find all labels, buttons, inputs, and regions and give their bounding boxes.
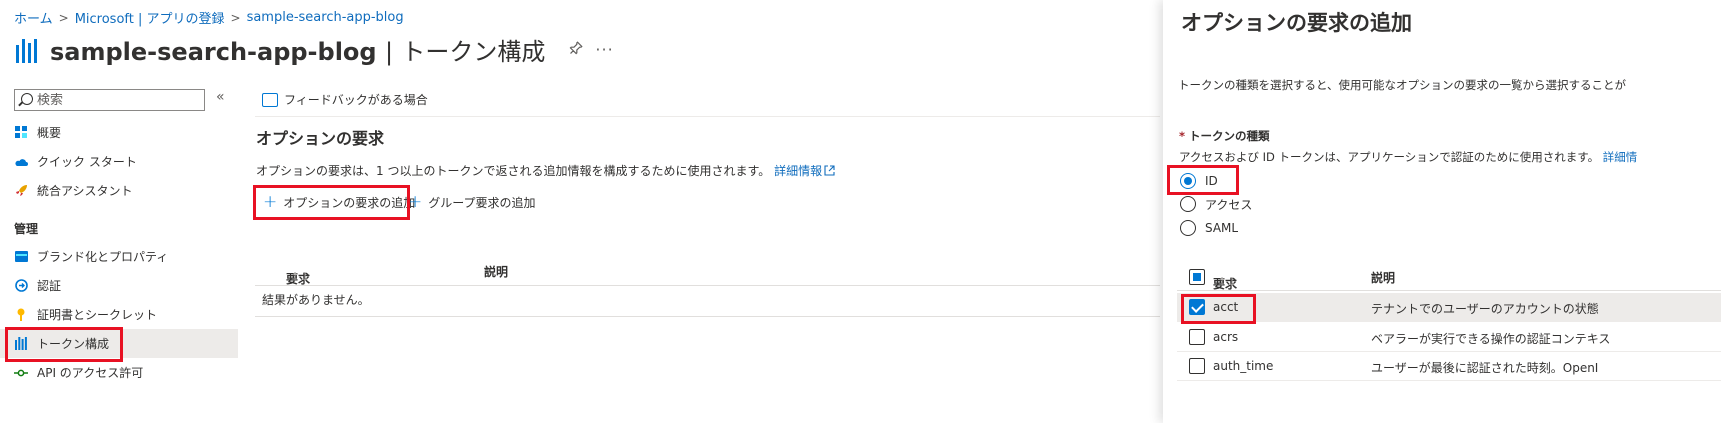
panel-title: オプションの要求の追加 <box>1181 11 1412 35</box>
plus-icon: + <box>408 192 423 212</box>
collapse-sidebar-icon[interactable]: « <box>216 89 225 105</box>
token-config-icon <box>16 37 40 63</box>
search-input[interactable] <box>37 92 187 108</box>
highlight-box <box>1167 165 1239 195</box>
page-header: sample-search-app-blog | トークン構成 ··· <box>16 32 614 67</box>
panel-description: トークンの種類を選択すると、使用可能なオプションの要求の一覧から選択することが <box>1178 78 1627 92</box>
empty-state: 結果がありません。 <box>262 293 370 307</box>
column-description: 説明 <box>484 265 509 279</box>
breadcrumb-separator: > <box>230 10 241 25</box>
sidebar-item-branding[interactable]: ブランド化とプロパティ <box>0 242 238 271</box>
sidebar-item-label: クイック スタート <box>37 155 137 169</box>
claim-description: テナントでのユーザーのアカウントの状態 <box>1371 302 1599 316</box>
more-info-link[interactable]: 詳細情報 <box>774 164 835 178</box>
row-checkbox[interactable] <box>1189 358 1205 374</box>
select-all-checkbox[interactable] <box>1189 269 1205 285</box>
feedback-label: フィードバックがある場合 <box>284 93 428 107</box>
sidebar-item-label: ブランド化とプロパティ <box>37 250 169 264</box>
sidebar-item-integration-assistant[interactable]: 統合アシスタント <box>0 176 238 205</box>
required-marker: * <box>1179 129 1186 143</box>
table-row[interactable]: acrs ベアラーが実行できる操作の認証コンテキス <box>1177 323 1721 352</box>
more-info-label: 詳細情報 <box>774 164 823 178</box>
sort-icon[interactable]: ↑↓ <box>290 270 310 284</box>
toolbar-divider <box>255 116 1160 117</box>
page-name: トークン構成 <box>401 38 546 66</box>
sidebar-item-authentication[interactable]: 認証 <box>0 271 238 300</box>
table-row[interactable]: acct テナントでのユーザーのアカウントの状態 <box>1177 293 1721 322</box>
sidebar-item-api-permissions[interactable]: API のアクセス許可 <box>0 358 238 387</box>
add-optional-claim-panel: オプションの要求の追加 トークンの種類を選択すると、使用可能なオプションの要求の… <box>1163 0 1721 423</box>
sidebar-section-manage: 管理 <box>14 222 39 236</box>
feedback-icon <box>262 92 278 107</box>
claim-name: acrs <box>1213 330 1239 344</box>
grid-icon <box>14 126 28 140</box>
branding-icon <box>14 250 28 264</box>
token-type-desc-text: アクセスおよび ID トークンは、アプリケーションで認証のために使用されます。 <box>1179 150 1600 164</box>
sidebar-item-label: API のアクセス許可 <box>37 366 144 380</box>
optional-claims-table-header: 要求 ↑↓ 説明 <box>1177 263 1721 291</box>
sidebar-search[interactable] <box>14 89 205 111</box>
token-type-label-text: トークンの種類 <box>1189 129 1270 143</box>
breadcrumb-home-link[interactable]: ホーム <box>14 8 53 27</box>
table-row[interactable]: auth_time ユーザーが最後に認証された時刻。OpenI <box>1177 352 1721 381</box>
page-title: sample-search-app-blog | トークン構成 <box>50 32 545 67</box>
auth-icon <box>14 279 28 293</box>
highlight-box <box>5 327 123 362</box>
breadcrumb: ホーム > Microsoft | アプリの登録 > sample-search… <box>14 8 404 27</box>
token-type-more-info-link[interactable]: 詳細情 <box>1603 150 1638 164</box>
sidebar-item-overview[interactable]: 概要 <box>0 118 238 147</box>
radio-circle[interactable] <box>1180 196 1196 212</box>
breadcrumb-app-registrations-link[interactable]: Microsoft | アプリの登録 <box>75 8 225 27</box>
radio-saml-label: SAML <box>1205 221 1239 235</box>
add-group-claim-label: グループ要求の追加 <box>428 195 536 210</box>
breadcrumb-separator: > <box>58 10 69 25</box>
sidebar-item-label: 統合アシスタント <box>37 184 133 198</box>
claim-name: auth_time <box>1213 359 1274 373</box>
table-divider <box>255 316 1160 317</box>
sidebar-item-quickstart[interactable]: クイック スタート <box>0 147 238 176</box>
search-icon <box>21 93 33 105</box>
section-title: オプションの要求 <box>256 129 385 148</box>
column-description: 説明 <box>1371 271 1396 285</box>
radio-saml[interactable]: SAML <box>1180 218 1238 238</box>
more-options-icon[interactable]: ··· <box>595 40 613 59</box>
sidebar-item-label: 認証 <box>37 279 62 293</box>
pin-icon[interactable] <box>563 38 586 61</box>
row-checkbox[interactable] <box>1189 329 1205 345</box>
sidebar-item-label: 証明書とシークレット <box>37 308 158 322</box>
token-type-description: アクセスおよび ID トークンは、アプリケーションで認証のために使用されます。 … <box>1179 149 1637 165</box>
description-text: オプションの要求は、1 つ以上のトークンで返される追加情報を構成するために使用さ… <box>256 164 771 178</box>
feedback-button[interactable]: フィードバックがある場合 <box>262 91 428 108</box>
sidebar-item-label: 概要 <box>37 126 62 140</box>
token-type-label: * トークンの種類 <box>1179 128 1270 144</box>
api-icon <box>14 366 28 380</box>
claim-description: ユーザーが最後に認証された時刻。OpenI <box>1371 361 1599 375</box>
section-description: オプションの要求は、1 つ以上のトークンで返される追加情報を構成するために使用さ… <box>256 162 835 179</box>
add-group-claim-button[interactable]: + グループ要求の追加 <box>400 189 544 215</box>
cloud-icon <box>14 155 28 169</box>
highlight-box <box>1181 294 1256 324</box>
key-icon <box>14 308 28 322</box>
claims-table-header: 要求 ↑↓ 説明 <box>255 256 1160 286</box>
radio-circle[interactable] <box>1180 220 1196 236</box>
radio-access-label: アクセス <box>1205 197 1253 212</box>
title-separator: | <box>384 38 394 66</box>
breadcrumb-app-link[interactable]: sample-search-app-blog <box>247 10 404 25</box>
claim-description: ベアラーが実行できる操作の認証コンテキス <box>1371 332 1611 346</box>
highlight-box <box>253 185 410 220</box>
radio-access[interactable]: アクセス <box>1180 194 1252 214</box>
sort-icon[interactable]: ↑↓ <box>1217 275 1237 289</box>
rocket-icon <box>14 184 28 198</box>
sidebar-item-certificates-secrets[interactable]: 証明書とシークレット <box>0 300 238 329</box>
external-link-icon <box>824 165 835 176</box>
app-name: sample-search-app-blog <box>50 38 377 66</box>
